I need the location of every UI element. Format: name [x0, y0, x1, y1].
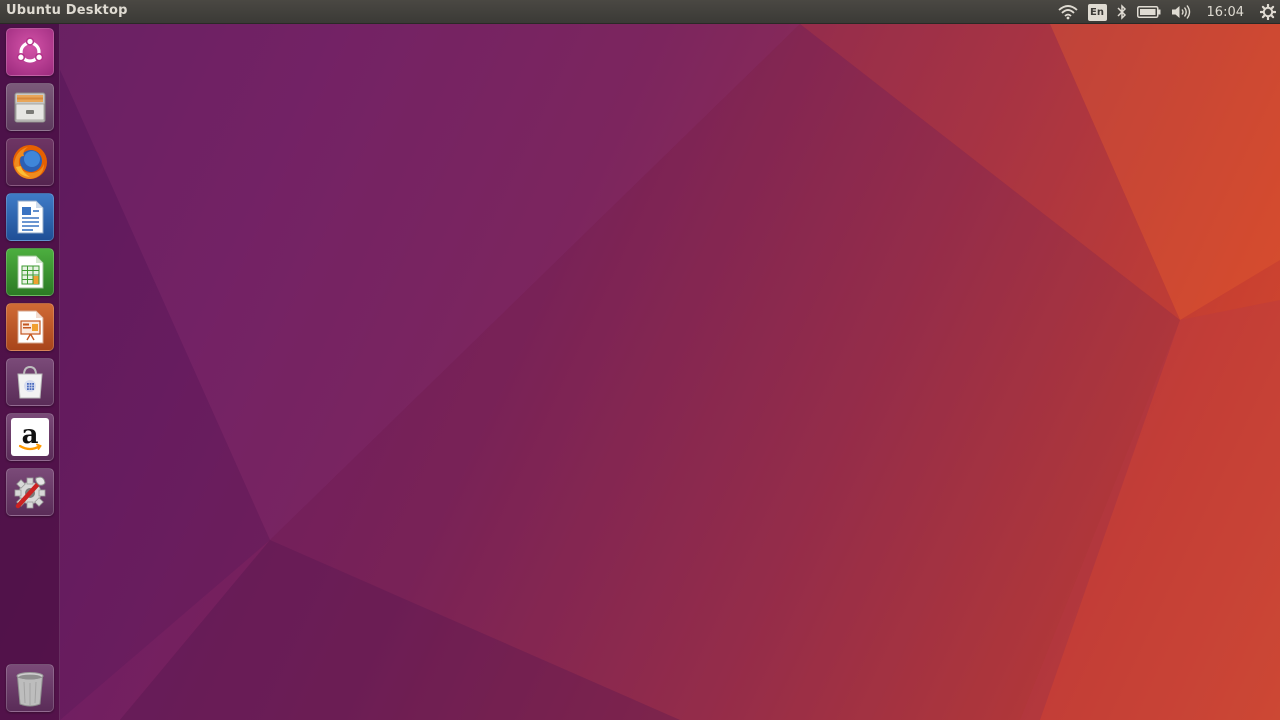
bluetooth-indicator[interactable] — [1117, 0, 1127, 24]
launcher-libreoffice-calc[interactable] — [6, 248, 54, 296]
indicator-area: En 16:04 — [1053, 0, 1280, 24]
system-gear-icon — [1260, 4, 1276, 20]
volume-indicator[interactable] — [1171, 0, 1191, 24]
battery-icon — [1136, 6, 1161, 18]
bluetooth-icon — [1117, 4, 1126, 20]
settings-wrench-icon — [14, 476, 46, 509]
launcher-files[interactable] — [6, 83, 54, 131]
keyboard-layout-indicator[interactable]: En — [1087, 0, 1107, 24]
wifi-icon — [1057, 5, 1078, 20]
battery-indicator[interactable] — [1136, 0, 1161, 24]
launcher-system-settings[interactable] — [6, 468, 54, 516]
launcher-dash-home[interactable] — [6, 28, 54, 76]
system-menu-indicator[interactable] — [1260, 0, 1276, 24]
launcher: a — [0, 24, 60, 720]
launcher-libreoffice-writer[interactable] — [6, 193, 54, 241]
file-cabinet-icon — [14, 92, 46, 123]
calc-spreadsheet-icon — [17, 255, 44, 289]
volume-icon — [1171, 5, 1190, 19]
launcher-amazon[interactable]: a — [6, 413, 54, 461]
software-bag-icon — [17, 365, 43, 399]
wallpaper — [60, 24, 1280, 720]
wifi-indicator[interactable] — [1057, 0, 1078, 24]
keyboard-layout-icon: En — [1087, 3, 1107, 21]
launcher-firefox[interactable] — [6, 138, 54, 186]
svg-text:a: a — [22, 420, 39, 450]
firefox-icon — [13, 145, 47, 179]
launcher-libreoffice-impress[interactable] — [6, 303, 54, 351]
clock: 16:04 — [1206, 4, 1244, 20]
launcher-ubuntu-software[interactable] — [6, 358, 54, 406]
top-panel: Ubuntu Desktop En 16:04 — [0, 0, 1280, 24]
keyboard-layout-label: En — [1090, 6, 1104, 18]
window-title: Ubuntu Desktop — [6, 3, 128, 18]
ubuntu-logo-icon — [16, 37, 44, 63]
writer-document-icon — [17, 200, 44, 234]
launcher-trash[interactable] — [6, 664, 54, 712]
clock-indicator[interactable]: 16:04 — [1201, 0, 1250, 24]
impress-presentation-icon — [17, 310, 44, 344]
trash-icon — [16, 672, 44, 707]
desktop[interactable]: Ubuntu Desktop En 16:04 a — [0, 0, 1280, 720]
amazon-icon: a — [11, 418, 49, 456]
